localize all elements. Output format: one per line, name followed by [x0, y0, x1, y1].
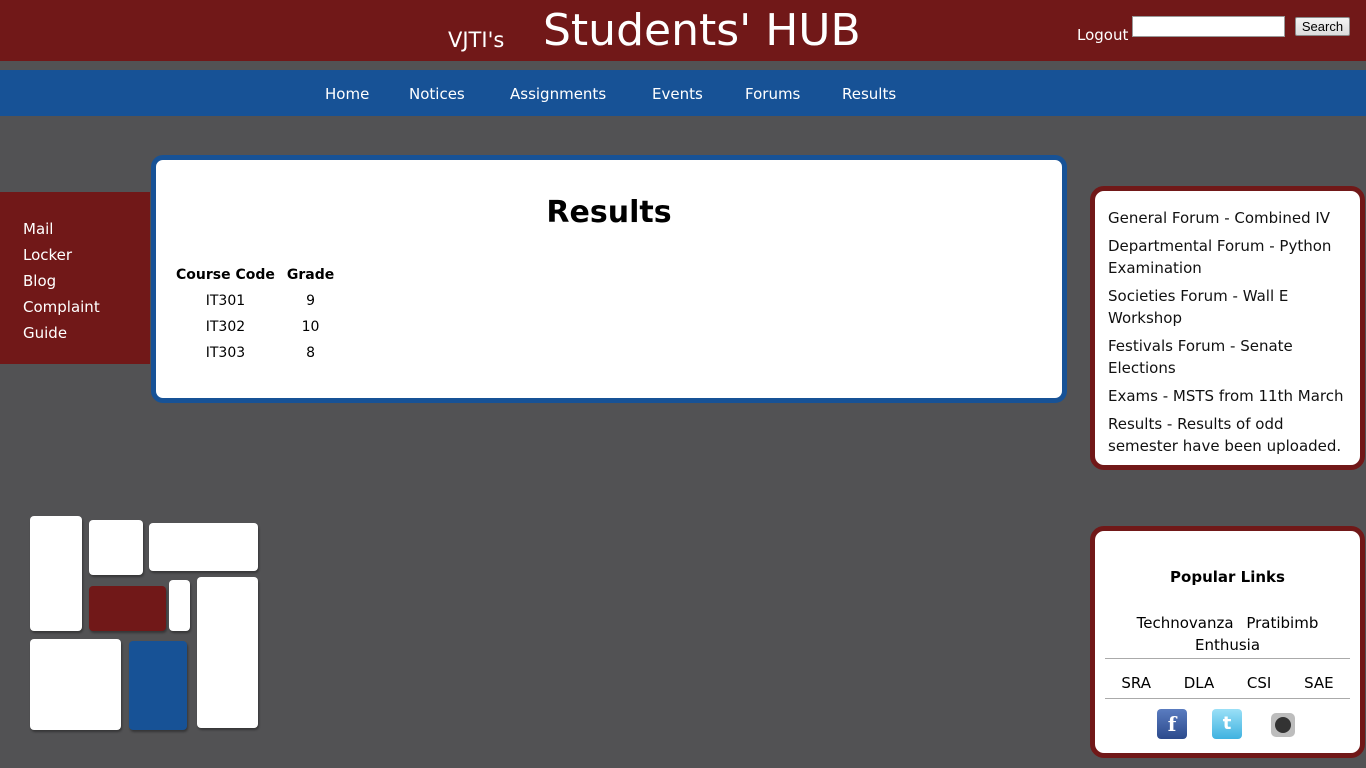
results-panel: Results Course Code Grade IT301 9 IT302 …: [151, 155, 1067, 403]
sidebar-item-mail[interactable]: Mail: [23, 216, 150, 242]
divider: [1105, 698, 1350, 699]
grade-cell: 10: [301, 319, 320, 335]
nav-events[interactable]: Events: [652, 85, 703, 103]
sidebar-item-guide[interactable]: Guide: [23, 320, 150, 346]
table-row: IT301 9: [170, 288, 340, 314]
column-header-course-code: Course Code: [176, 267, 275, 283]
page-title: Results: [546, 195, 672, 230]
twitter-icon[interactable]: t: [1212, 709, 1242, 739]
logo-block: [197, 577, 258, 728]
table-row: IT302 10: [170, 314, 340, 340]
link-pratibimb[interactable]: Pratibimb: [1246, 614, 1318, 632]
popular-links-festivals: Technovanza Pratibimb Enthusia: [1095, 612, 1360, 656]
notice-item[interactable]: Festivals Forum - Senate Elections: [1108, 335, 1350, 379]
grade-cell: 9: [306, 293, 316, 309]
nav-notices[interactable]: Notices: [409, 85, 465, 103]
course-code-cell: IT301: [205, 293, 246, 309]
notice-item[interactable]: Results - Results of odd semester have b…: [1108, 413, 1350, 457]
header-bar: VJTI's Students' HUB Logout Search: [0, 0, 1366, 61]
nav-results[interactable]: Results: [842, 85, 896, 103]
table-header-row: Course Code Grade: [170, 262, 340, 288]
search-input[interactable]: [1132, 16, 1285, 37]
logo-block: [169, 580, 190, 631]
notice-item[interactable]: Departmental Forum - Python Examination: [1108, 235, 1350, 279]
site-title: Students' HUB: [543, 5, 861, 56]
popular-links-societies: SRA DLA CSI SAE: [1105, 674, 1350, 692]
logo-block-blue: [129, 641, 187, 730]
main-nav: Home Notices Assignments Events Forums R…: [0, 70, 1366, 116]
notices-panel: General Forum - Combined IV Departmental…: [1090, 186, 1365, 470]
course-code-cell: IT302: [205, 319, 246, 335]
link-enthusia[interactable]: Enthusia: [1195, 636, 1260, 654]
logo-block: [149, 523, 258, 571]
link-csi[interactable]: CSI: [1247, 674, 1271, 692]
sidebar-item-locker[interactable]: Locker: [23, 242, 150, 268]
logo-block: [30, 639, 121, 730]
table-row: IT303 8: [170, 340, 340, 366]
popular-links-panel: Popular Links Technovanza Pratibimb Enth…: [1090, 526, 1365, 758]
results-table: Course Code Grade IT301 9 IT302 10 IT303…: [170, 262, 340, 366]
course-code-cell: IT303: [205, 345, 246, 361]
logo-block: [30, 516, 82, 631]
sidebar-item-blog[interactable]: Blog: [23, 268, 150, 294]
brand-prefix: VJTI's: [448, 28, 505, 52]
column-header-grade: Grade: [286, 267, 335, 283]
logo-block-maroon: [89, 586, 166, 631]
logout-link[interactable]: Logout: [1077, 26, 1128, 44]
divider: [1105, 658, 1350, 659]
left-sidebar: Mail Locker Blog Complaint Guide: [0, 192, 150, 364]
facebook-icon[interactable]: f: [1157, 709, 1187, 739]
logo-block: [89, 520, 143, 575]
search-button[interactable]: Search: [1295, 17, 1350, 36]
notice-item[interactable]: Exams - MSTS from 11th March: [1108, 385, 1350, 407]
link-sra[interactable]: SRA: [1121, 674, 1151, 692]
github-icon[interactable]: [1271, 713, 1295, 737]
link-sae[interactable]: SAE: [1304, 674, 1334, 692]
nav-assignments[interactable]: Assignments: [510, 85, 606, 103]
popular-links-title: Popular Links: [1170, 568, 1285, 586]
nav-home[interactable]: Home: [325, 85, 369, 103]
sidebar-item-complaint[interactable]: Complaint: [23, 294, 150, 320]
link-technovanza[interactable]: Technovanza: [1137, 614, 1234, 632]
notice-item[interactable]: Societies Forum - Wall E Workshop: [1108, 285, 1350, 329]
link-dla[interactable]: DLA: [1184, 674, 1215, 692]
notice-item[interactable]: General Forum - Combined IV: [1108, 207, 1350, 229]
nav-forums[interactable]: Forums: [745, 85, 800, 103]
grade-cell: 8: [306, 345, 316, 361]
